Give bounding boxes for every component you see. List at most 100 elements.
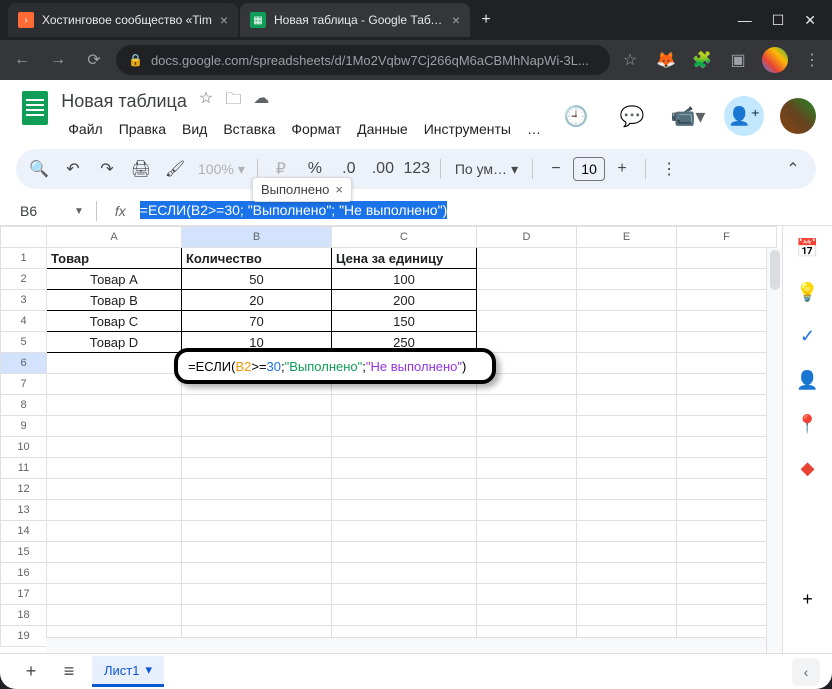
cell[interactable] [47,353,182,374]
name-box-dropdown[interactable]: ▼ [74,206,84,217]
more-button[interactable]: ⋮ [654,154,684,184]
cell[interactable]: 50 [182,269,332,290]
cell[interactable] [677,269,777,290]
menu-button[interactable]: ⋮ [800,48,824,72]
maximize-button[interactable]: ☐ [772,12,785,29]
menu-edit[interactable]: Правка [112,117,173,141]
cell[interactable] [47,521,182,542]
increase-font-button[interactable]: + [607,154,637,184]
cell[interactable] [677,437,777,458]
cell[interactable]: Товар C [47,311,182,332]
cell[interactable] [477,290,577,311]
row-header[interactable]: 4 [1,311,47,332]
row-header[interactable]: 9 [1,416,47,437]
cloud-icon[interactable]: ☁ [253,88,269,115]
cell[interactable] [577,269,677,290]
row-header[interactable]: 6 [1,353,47,374]
print-button[interactable]: 🖨 [126,154,156,184]
new-tab-button[interactable]: + [472,6,500,34]
close-icon[interactable]: × [452,12,460,28]
menu-tools[interactable]: Инструменты [417,117,518,141]
history-icon[interactable]: 🕘 [556,96,596,136]
comment-icon[interactable]: 💬 [612,96,652,136]
cell[interactable] [677,290,777,311]
cell[interactable] [677,332,777,353]
cell[interactable] [577,416,677,437]
cell[interactable] [182,458,332,479]
cell[interactable] [47,458,182,479]
sheet-tab-active[interactable]: Лист1 ▾ [92,656,164,687]
cell[interactable] [577,521,677,542]
star-icon[interactable]: ☆ [199,88,213,115]
menu-insert[interactable]: Вставка [216,117,282,141]
cell[interactable] [677,521,777,542]
undo-button[interactable]: ↶ [58,154,88,184]
cell[interactable] [477,269,577,290]
row-header[interactable]: 14 [1,521,47,542]
cell[interactable] [577,437,677,458]
cell[interactable]: Товар [47,248,182,269]
cell[interactable] [332,584,477,605]
row-header[interactable]: 19 [1,626,47,647]
cell[interactable] [677,311,777,332]
close-icon[interactable]: × [335,182,343,197]
column-header[interactable]: D [477,227,577,248]
collapse-toolbar-button[interactable]: ⌃ [778,154,808,184]
cell[interactable]: Товар B [47,290,182,311]
add-addon-button[interactable]: + [798,589,818,609]
column-header[interactable]: A [47,227,182,248]
cell[interactable] [182,437,332,458]
cell[interactable] [577,374,677,395]
cell[interactable] [47,479,182,500]
star-icon[interactable]: ☆ [618,48,642,72]
column-header[interactable]: E [577,227,677,248]
cell[interactable] [477,521,577,542]
font-select[interactable]: По ум… ▾ [449,161,524,178]
cell[interactable] [677,563,777,584]
cell[interactable] [677,395,777,416]
cell[interactable] [677,584,777,605]
cell[interactable] [477,437,577,458]
address-bar[interactable]: 🔒 docs.google.com/spreadsheets/d/1Mo2Vqb… [116,45,610,75]
cell[interactable] [677,479,777,500]
cell[interactable] [182,584,332,605]
cell[interactable] [577,605,677,626]
row-header[interactable]: 10 [1,437,47,458]
cell[interactable] [332,416,477,437]
more-formats-button[interactable]: 123 [402,154,432,184]
cell[interactable] [182,500,332,521]
paint-format-button[interactable]: 🖌 [160,154,190,184]
cell[interactable] [477,542,577,563]
cell[interactable] [477,479,577,500]
calendar-icon[interactable]: 📅 [798,238,818,258]
row-header[interactable]: 12 [1,479,47,500]
explore-button[interactable]: ‹ [792,658,820,686]
share-button[interactable]: 👤⁺ [724,96,764,136]
browser-tab-active[interactable]: ▦ Новая таблица - Google Табли × [240,3,470,37]
cell[interactable]: 100 [332,269,477,290]
search-icon[interactable]: 🔍 [24,154,54,184]
menu-file[interactable]: Файл [61,117,109,141]
cell[interactable] [477,332,577,353]
minimize-button[interactable]: — [738,12,752,29]
cell[interactable] [677,500,777,521]
cell[interactable] [47,374,182,395]
cell[interactable] [677,248,777,269]
cell[interactable] [577,353,677,374]
cell[interactable] [577,542,677,563]
cell[interactable] [47,584,182,605]
cell[interactable] [477,416,577,437]
cell[interactable] [47,437,182,458]
cell[interactable] [47,605,182,626]
cell[interactable] [577,458,677,479]
document-title[interactable]: Новая таблица [61,91,187,112]
cell[interactable]: Количество [182,248,332,269]
cell[interactable] [577,290,677,311]
active-cell[interactable]: =ЕСЛИ(B2>=30; "Выполнено"; "Не выполнено… [182,353,477,374]
cell[interactable] [577,584,677,605]
cell[interactable] [477,605,577,626]
row-header[interactable]: 7 [1,374,47,395]
select-all-corner[interactable] [1,227,47,248]
font-size-input[interactable] [573,157,605,181]
cell[interactable] [182,521,332,542]
